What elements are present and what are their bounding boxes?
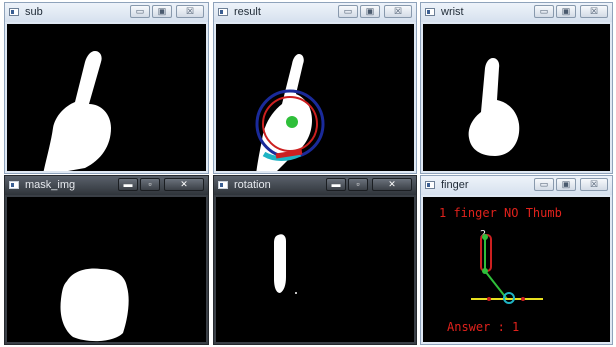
close-button[interactable]: ☒ <box>580 5 608 18</box>
titlebar[interactable]: mask_img ▬ ▫ ✕ <box>5 176 208 195</box>
window-title: wrist <box>441 6 464 18</box>
fingertip-marker <box>482 234 488 240</box>
maximize-button[interactable]: ▣ <box>360 5 380 18</box>
maximize-button[interactable]: ▣ <box>556 178 576 191</box>
image-view-rotation <box>216 197 414 342</box>
window-title: finger <box>441 179 469 191</box>
window-mask-img[interactable]: mask_img ▬ ▫ ✕ <box>4 175 209 345</box>
minimize-button[interactable]: ▭ <box>534 5 554 18</box>
palm-link <box>484 270 508 300</box>
window-rotation[interactable]: rotation ▬ ▫ ✕ <box>213 175 417 345</box>
window-title: mask_img <box>25 179 76 191</box>
minimize-button[interactable]: ▭ <box>338 5 358 18</box>
close-button[interactable]: ☒ <box>384 5 412 18</box>
window-title: sub <box>25 6 43 18</box>
window-sub[interactable]: sub ▭ ▣ ☒ <box>4 2 209 174</box>
app-window-icon <box>218 8 228 16</box>
titlebar[interactable]: sub ▭ ▣ ☒ <box>5 3 208 22</box>
wrist-cropped-image <box>468 58 520 156</box>
baseline-marker-right <box>521 297 525 301</box>
titlebar[interactable]: result ▭ ▣ ☒ <box>214 3 416 22</box>
minimize-button[interactable]: ▬ <box>326 178 346 191</box>
window-finger[interactable]: finger ▭ ▣ ☒ 1 finger NO Thumb 2 Answer … <box>420 175 613 345</box>
minimize-button[interactable]: ▭ <box>534 178 554 191</box>
close-button[interactable]: ✕ <box>372 178 412 191</box>
palm-center-marker <box>286 116 298 128</box>
maximize-button[interactable]: ▫ <box>140 178 160 191</box>
answer-text: Answer : 1 <box>447 320 520 334</box>
app-window-icon <box>9 8 19 16</box>
titlebar[interactable]: rotation ▬ ▫ ✕ <box>214 176 416 195</box>
baseline-marker-left <box>487 297 491 301</box>
window-wrist[interactable]: wrist ▭ ▣ ☒ <box>420 2 613 174</box>
close-button[interactable]: ☒ <box>176 5 204 18</box>
close-button[interactable]: ☒ <box>580 178 608 191</box>
app-window-icon <box>425 181 435 189</box>
image-view-result <box>216 24 414 171</box>
titlebar[interactable]: wrist ▭ ▣ ☒ <box>421 3 612 22</box>
maximize-button[interactable]: ▣ <box>556 5 576 18</box>
minimize-button[interactable]: ▬ <box>118 178 138 191</box>
titlebar[interactable]: finger ▭ ▣ ☒ <box>421 176 612 195</box>
hand-silhouette-image <box>43 51 111 171</box>
app-window-icon <box>9 181 19 189</box>
window-title: rotation <box>234 179 271 191</box>
image-view-wrist <box>423 24 610 171</box>
maximize-button[interactable]: ▣ <box>152 5 172 18</box>
maximize-button[interactable]: ▫ <box>348 178 368 191</box>
window-title: result <box>234 6 261 18</box>
image-view-sub <box>7 24 206 171</box>
app-window-icon <box>425 8 435 16</box>
rotated-finger-image <box>274 234 297 294</box>
image-view-mask <box>7 197 206 342</box>
app-window-icon <box>218 181 228 189</box>
palm-mask-image <box>60 268 129 342</box>
close-button[interactable]: ✕ <box>164 178 204 191</box>
window-result[interactable]: result ▭ ▣ ☒ <box>213 2 417 174</box>
hand-detection-image <box>255 54 325 171</box>
minimize-button[interactable]: ▭ <box>130 5 150 18</box>
image-view-finger: 1 finger NO Thumb 2 Answer : 1 <box>423 197 610 342</box>
